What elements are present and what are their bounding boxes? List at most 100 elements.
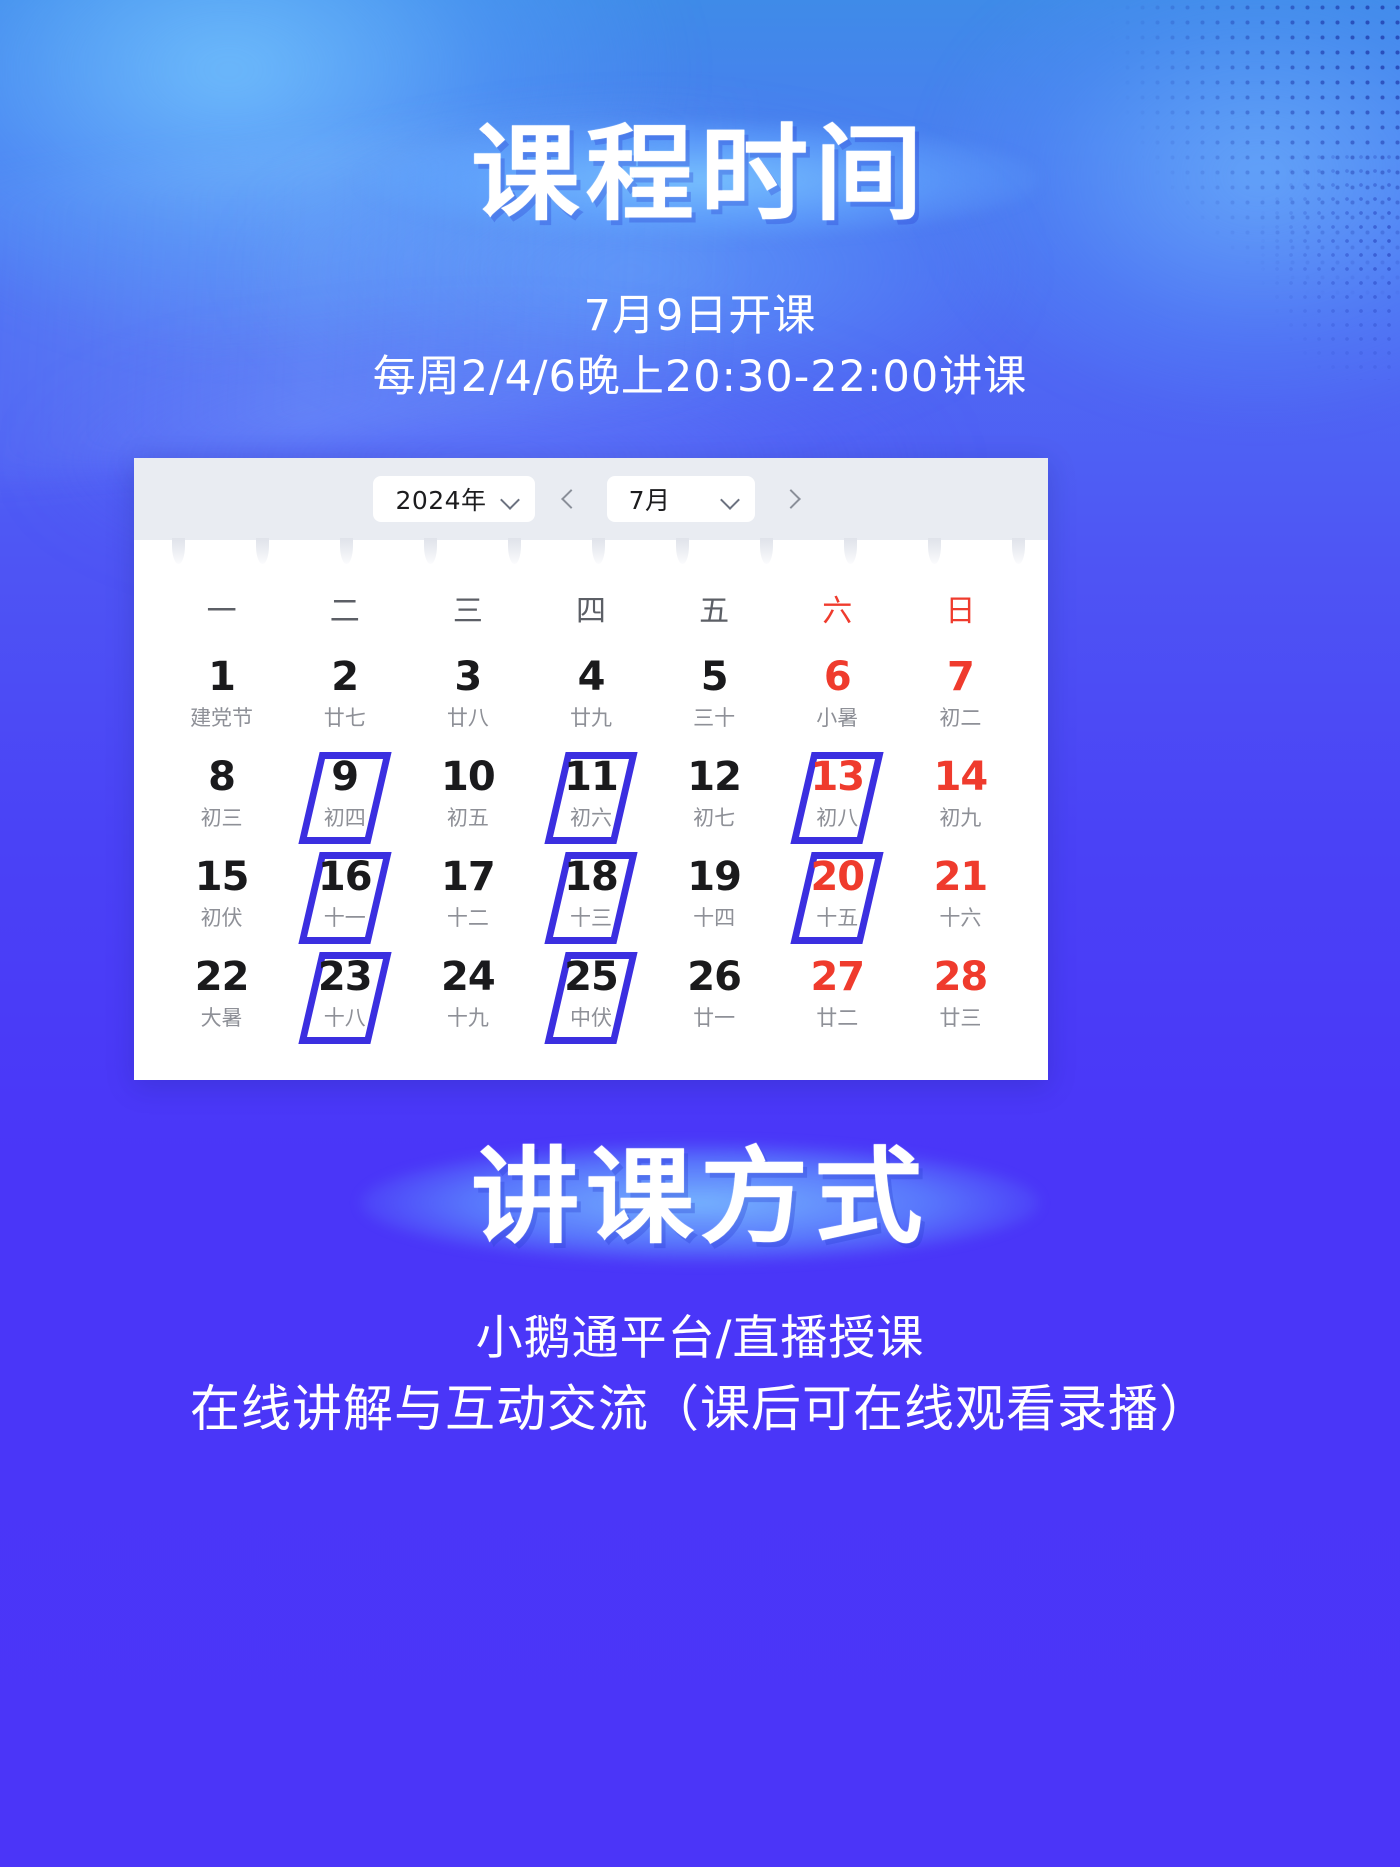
calendar-day-4[interactable]: 4 廿九 (529, 656, 652, 756)
calendar-day-number: 26 (687, 954, 742, 1000)
calendar-day-lunar-label: 廿二 (816, 1006, 859, 1030)
calendar-day-lunar-label: 十一 (323, 906, 366, 930)
teaching-platform: 小鹅通平台/直播授课 (475, 1311, 925, 1366)
calendar-day-number: 5 (700, 654, 729, 700)
calendar-day-lunar-label: 十三 (569, 906, 612, 930)
calendar-week-row: 15 初伏 16 十一 17 十二 18 十三 19 十四 20 十五 21 十六 (160, 852, 1022, 956)
course-time-description: 7月9日开课 每周2/4/6晚上20:30-22:00讲课 (0, 286, 1400, 408)
calendar-day-number: 17 (441, 854, 496, 900)
section-heading: 讲课方式 (471, 1136, 929, 1258)
calendar-day-number: 13 (810, 754, 865, 800)
year-selector-label: 2024年 (395, 486, 487, 515)
course-schedule-poster: 课程时间 7月9日开课 每周2/4/6晚上20:30-22:00讲课 2024年… (0, 0, 1400, 1867)
calendar-weekday-6: 日 (945, 594, 976, 629)
calendar-day-number: 9 (331, 754, 359, 800)
calendar-day-number: 12 (687, 754, 742, 800)
course-weekly-schedule: 每周2/4/6晚上20:30-22:00讲课 (372, 352, 1028, 403)
calendar-weekday-4: 五 (699, 594, 730, 629)
calendar-day-13[interactable]: 13 初八 (776, 752, 899, 856)
teaching-interaction: 在线讲解与互动交流（课后可在线观看录播） (190, 1380, 1210, 1439)
calendar-day-19[interactable]: 19 十四 (653, 856, 776, 956)
calendar-day-3[interactable]: 3 廿八 (406, 656, 529, 756)
calendar-header: 2024年 7月 (134, 458, 1048, 540)
calendar-day-1[interactable]: 1 建党节 (160, 656, 283, 756)
calendar-day-lunar-label: 三十 (693, 706, 736, 730)
calendar-day-26[interactable]: 26 廿一 (653, 956, 776, 1056)
calendar-day-number: 15 (194, 854, 250, 900)
calendar-day-number: 24 (441, 954, 496, 1000)
calendar-day-14[interactable]: 14 初九 (899, 756, 1022, 856)
calendar-day-lunar-label: 十二 (446, 906, 489, 930)
calendar-week-rows: 1 建党节 2 廿七 3 廿八 4 廿九 5 三十 6 小暑 7 初二 8 初三 9 初四 10 初五 11 初六 12 初七… (160, 656, 1022, 1056)
calendar-ring-3 (424, 538, 437, 564)
calendar-day-7[interactable]: 7 初二 (899, 656, 1022, 756)
calendar-day-number: 8 (208, 754, 236, 800)
calendar-day-28[interactable]: 28 廿三 (899, 956, 1022, 1056)
chevron-left-icon (560, 489, 581, 509)
course-start-date: 7月9日开课 (583, 291, 817, 341)
calendar-day-lunar-label: 中伏 (569, 1006, 612, 1030)
calendar-day-number: 18 (564, 854, 619, 900)
calendar-day-12[interactable]: 12 初七 (653, 756, 776, 856)
calendar-ring-7 (760, 538, 773, 564)
calendar-day-27[interactable]: 27 廿二 (776, 956, 899, 1056)
month-selector-label: 7月 (628, 486, 671, 515)
calendar-day-18[interactable]: 18 十三 (529, 852, 652, 956)
calendar-day-lunar-label: 小暑 (816, 706, 859, 730)
calendar-day-22[interactable]: 22 大暑 (160, 956, 283, 1056)
calendar-day-15[interactable]: 15 初伏 (160, 856, 283, 956)
chevron-right-icon (780, 489, 801, 509)
calendar-day-number: 22 (194, 954, 250, 1000)
calendar-weekday-3: 四 (575, 594, 606, 629)
calendar-day-number: 23 (317, 954, 373, 1000)
calendar-widget: 2024年 7月 一 二 三 四 五 六 日 1 建党节 2 廿七 3 廿八 4 廿九 5 三十 6 小暑 7 初二 8… (134, 458, 1048, 1080)
calendar-day-6[interactable]: 6 小暑 (776, 656, 899, 756)
calendar-week-row: 8 初三 9 初四 10 初五 11 初六 12 初七 13 初八 14 初九 (160, 752, 1022, 856)
calendar-day-24[interactable]: 24 十九 (406, 956, 529, 1056)
calendar-ring-0 (172, 538, 185, 564)
calendar-day-lunar-label: 廿一 (693, 1006, 736, 1030)
previous-month-button[interactable] (553, 476, 589, 522)
calendar-day-16[interactable]: 16 十一 (283, 852, 406, 956)
calendar-day-number: 28 (933, 954, 989, 1000)
calendar-ring-8 (844, 538, 857, 564)
calendar-day-17[interactable]: 17 十二 (406, 856, 529, 956)
calendar-week-row: 22 大暑 23 十八 24 十九 25 中伏 26 廿一 27 廿二 28 廿三 (160, 952, 1022, 1056)
calendar-day-5[interactable]: 5 三十 (653, 656, 776, 756)
calendar-day-lunar-label: 廿八 (446, 706, 489, 730)
calendar-day-number: 2 (331, 654, 359, 700)
section-title-teaching-method: 讲课方式 (0, 1136, 1400, 1263)
calendar-day-number: 10 (441, 754, 496, 800)
calendar-day-23[interactable]: 23 十八 (283, 952, 406, 1056)
calendar-day-number: 20 (810, 854, 865, 900)
calendar-day-lunar-label: 十六 (939, 906, 982, 930)
calendar-weekday-1: 二 (329, 594, 360, 629)
calendar-day-lunar-label: 初九 (939, 806, 982, 830)
calendar-day-10[interactable]: 10 初五 (406, 756, 529, 856)
month-selector[interactable]: 7月 (606, 476, 755, 522)
calendar-day-lunar-label: 初五 (446, 806, 489, 830)
year-selector[interactable]: 2024年 (373, 476, 535, 522)
calendar-weekday-5: 六 (822, 594, 853, 629)
calendar-day-number: 14 (933, 754, 989, 800)
calendar-day-lunar-label: 初伏 (200, 906, 243, 930)
calendar-ring-5 (592, 538, 605, 564)
page-title: 课程时间 (471, 113, 929, 235)
calendar-day-lunar-label: 廿七 (323, 706, 366, 730)
calendar-day-lunar-label: 大暑 (200, 1006, 243, 1030)
next-month-button[interactable] (773, 476, 809, 522)
calendar-day-20[interactable]: 20 十五 (776, 852, 899, 956)
calendar-day-number: 21 (933, 854, 989, 900)
calendar-grid: 一 二 三 四 五 六 日 1 建党节 2 廿七 3 廿八 4 廿九 5 三十 6 小暑 7 初二 8 初三 9 初四 10 初五… (134, 570, 1048, 1080)
calendar-weekday-2: 三 (452, 594, 483, 629)
calendar-day-2[interactable]: 2 廿七 (283, 656, 406, 756)
calendar-week-row: 1 建党节 2 廿七 3 廿八 4 廿九 5 三十 6 小暑 7 初二 (160, 656, 1022, 756)
calendar-day-9[interactable]: 9 初四 (283, 752, 406, 856)
calendar-binding-rings (134, 538, 1048, 570)
chevron-down-icon (501, 490, 519, 508)
calendar-day-lunar-label: 廿九 (569, 706, 612, 730)
calendar-day-11[interactable]: 11 初六 (529, 752, 652, 856)
calendar-day-8[interactable]: 8 初三 (160, 756, 283, 856)
calendar-day-25[interactable]: 25 中伏 (529, 952, 652, 1056)
calendar-day-21[interactable]: 21 十六 (899, 856, 1022, 956)
